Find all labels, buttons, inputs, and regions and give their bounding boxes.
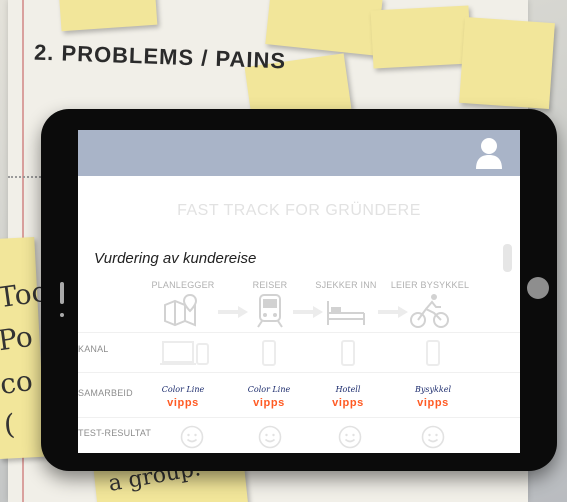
- partner-colorline-vipps: Color Line vipps: [145, 384, 221, 414]
- row-divider: [78, 417, 520, 418]
- sticky-note: [370, 5, 472, 69]
- scrollbar-thumb[interactable]: [503, 244, 512, 272]
- app-title: FAST TRACK FOR GRÜNDERE: [177, 202, 421, 219]
- mobile-icon: [341, 340, 355, 366]
- vipps-logo: vipps: [332, 397, 364, 409]
- arrow-icon: [378, 306, 408, 318]
- arrow-icon: [293, 306, 323, 318]
- app-screen: FAST TRACK FOR GRÜNDERE Vurdering av kun…: [78, 130, 520, 453]
- user-icon[interactable]: [474, 136, 504, 170]
- handwritten-note: Po: [0, 319, 35, 358]
- tablet-home-button[interactable]: [527, 277, 549, 299]
- app-header: [78, 130, 520, 176]
- partner-hotell-vipps: Hotell vipps: [310, 384, 386, 414]
- partner-colorline-vipps: Color Line vipps: [231, 384, 307, 414]
- bysykkel-logo: Bysykkel: [414, 385, 451, 394]
- mobile-icon: [262, 340, 276, 366]
- row-label-kanal: KANAL: [78, 344, 109, 354]
- sticky-note: [459, 16, 555, 110]
- tablet-sensor: [60, 313, 64, 317]
- row-divider: [78, 332, 520, 333]
- cyclist-icon: [410, 294, 449, 328]
- tablet-camera: [60, 282, 64, 304]
- section-title: Vurdering av kundereise: [94, 250, 257, 267]
- mobile-icon: [426, 340, 440, 366]
- handwritten-note: (: [2, 407, 17, 442]
- row-label-test-resultat: TEST-RESULTAT: [78, 428, 152, 438]
- smiley-icon: [258, 425, 282, 449]
- devices-icon: [160, 341, 209, 365]
- smiley-icon: [180, 425, 204, 449]
- vipps-logo: vipps: [167, 397, 199, 409]
- map-icon: [164, 293, 198, 327]
- vipps-logo: vipps: [417, 397, 449, 409]
- smiley-icon: [338, 425, 362, 449]
- train-icon: [257, 294, 283, 328]
- colorline-logo: Color Line: [161, 385, 205, 394]
- handwritten-note: co: [0, 363, 35, 402]
- row-divider: [78, 372, 520, 373]
- stage-label-leier-bysykkel: LEIER BYSYKKEL: [390, 280, 470, 290]
- stage-label-planlegger: PLANLEGGER: [151, 280, 215, 290]
- smiley-icon: [421, 425, 445, 449]
- stage-label-sjekker-inn: SJEKKER INN: [315, 280, 377, 290]
- colorline-logo: Color Line: [247, 385, 291, 394]
- partner-bysykkel-vipps: Bysykkel vipps: [395, 384, 471, 414]
- bed-icon: [327, 301, 365, 325]
- vipps-logo: vipps: [253, 397, 285, 409]
- row-label-samarbeid: SAMARBEID: [78, 388, 133, 398]
- hotell-logo: Hotell: [335, 385, 361, 394]
- arrow-icon: [218, 306, 248, 318]
